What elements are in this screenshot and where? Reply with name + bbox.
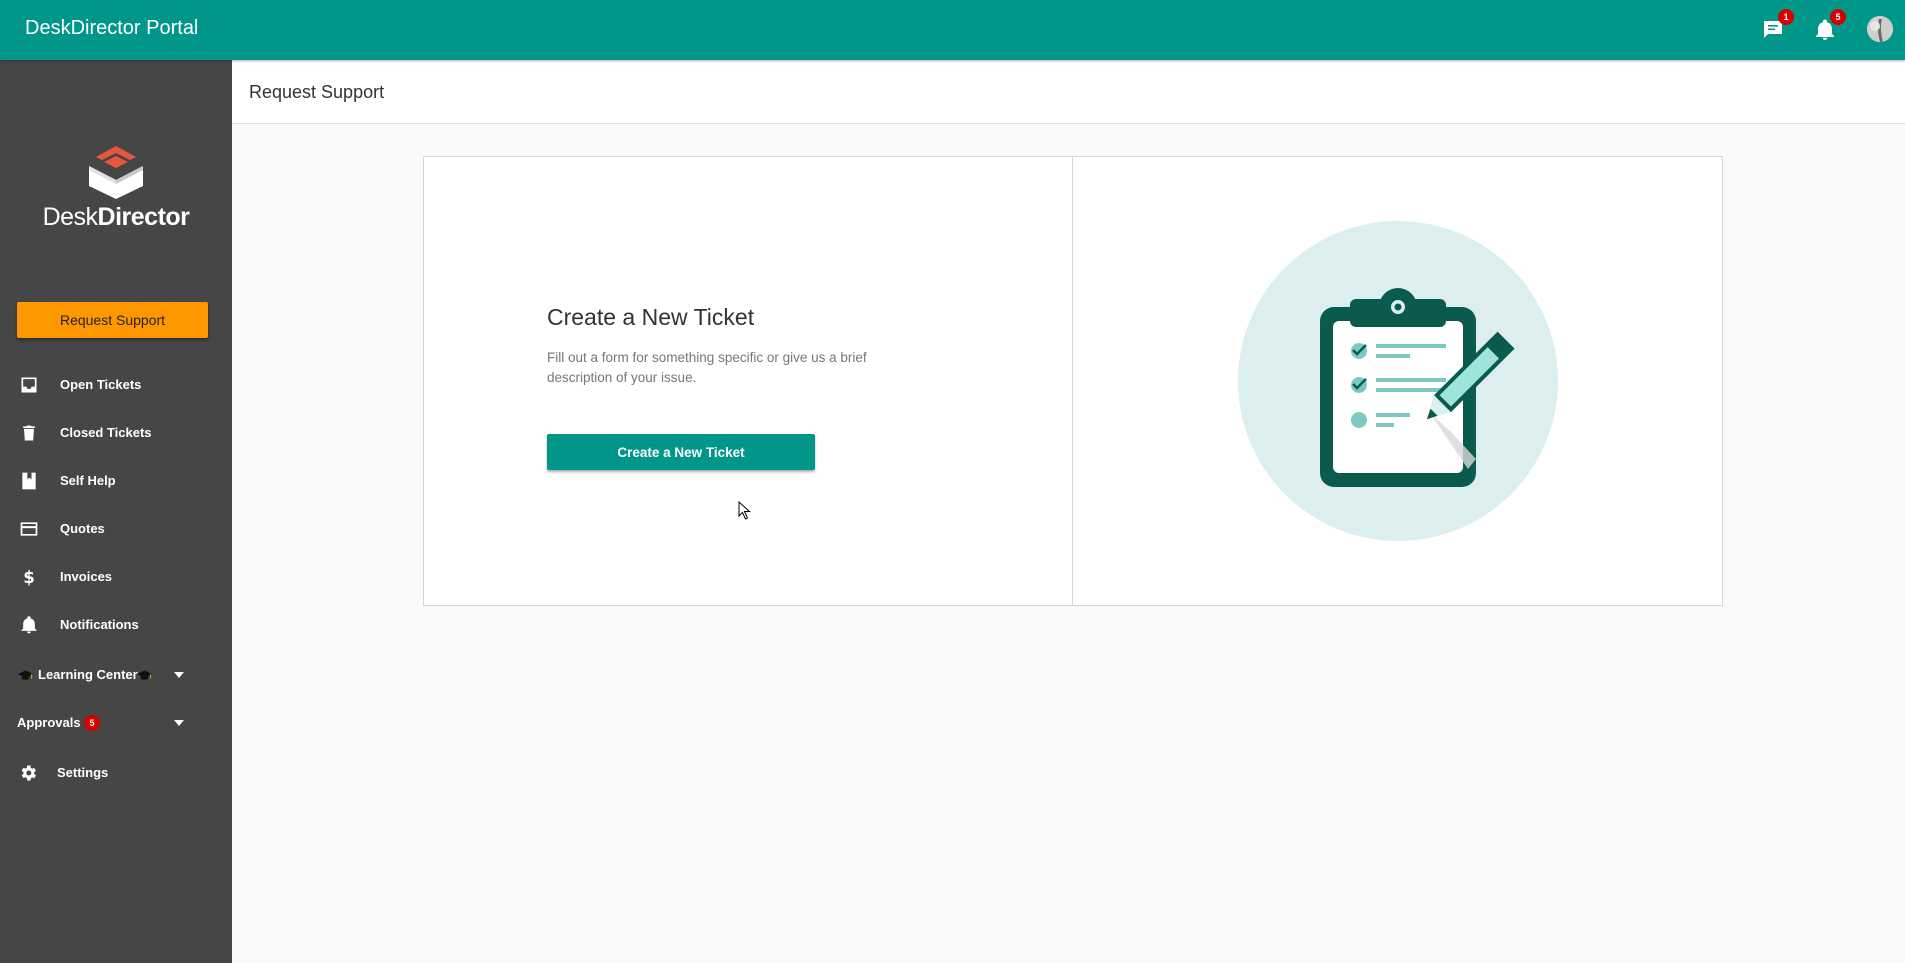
dollar-icon: $ [23,568,35,587]
sidebar-item-learning-center[interactable]: Learning Center [0,655,232,695]
create-ticket-button[interactable]: Create a New Ticket [547,434,815,470]
card-left-pane: Create a New Ticket Fill out a form for … [424,157,1073,605]
chevron-down-icon [174,720,184,726]
svg-text:$: $ [23,568,35,587]
avatar-image [1867,16,1893,42]
trash-icon [23,425,35,441]
book-icon [22,472,36,490]
sidebar-item-notifications[interactable]: Notifications [0,605,232,645]
logo-text: DeskDirector [42,203,190,231]
request-support-button[interactable]: Request Support [17,302,208,338]
sidebar: DeskDirector Request Support Open Ticket… [0,60,232,963]
new-ticket-card: Create a New Ticket Fill out a form for … [423,156,1723,606]
sidebar-item-approvals[interactable]: Approvals 5 [0,703,232,743]
chevron-down-icon [174,672,184,678]
approvals-badge: 5 [84,715,100,731]
clipboard-illustration-icon [1238,221,1558,541]
sidebar-item-quotes[interactable]: Quotes [0,509,232,549]
logo-icon [89,146,143,199]
top-app-bar: DeskDirector Portal 1 5 [0,0,1905,60]
sidebar-item-closed-tickets[interactable]: Closed Tickets [0,413,232,453]
sidebar-item-open-tickets[interactable]: Open Tickets [0,365,232,405]
credit-card-icon [20,522,38,536]
mouse-cursor-icon [738,501,751,520]
chat-button[interactable]: 1 [1760,9,1794,44]
sidebar-item-invoices[interactable]: $ Invoices [0,557,232,597]
sidebar-item-label: Notifications [60,617,139,632]
deskdirector-logo: DeskDirector [0,144,232,232]
card-right-pane [1073,157,1722,605]
card-heading: Create a New Ticket [547,304,755,330]
card-description: Fill out a form for something specific o… [547,350,867,385]
sidebar-item-label: Invoices [60,569,113,584]
sidebar-item-label: Quotes [60,521,105,536]
user-avatar[interactable] [1867,16,1893,42]
inbox-icon [21,377,37,393]
bell-icon [21,616,37,634]
sidebar-item-label: Open Tickets [60,377,142,392]
graduation-cap-icon [137,670,152,680]
sidebar-item-label: Settings [57,765,109,780]
sidebar-item-label: Closed Tickets [60,425,152,440]
sidebar-item-label: Approvals [17,715,81,730]
gear-icon [21,765,36,781]
notifications-button[interactable]: 5 [1812,9,1846,44]
app-title: DeskDirector Portal [25,17,199,39]
sidebar-item-label: Self Help [60,473,116,488]
page-header: Request Support [232,60,1905,124]
page-title: Request Support [249,82,385,102]
graduation-cap-icon [18,670,33,680]
sidebar-item-self-help[interactable]: Self Help [0,461,232,501]
notification-badge: 5 [1830,9,1846,25]
sidebar-item-label: Learning Center [38,667,138,682]
chat-badge: 1 [1778,9,1794,25]
sidebar-item-settings[interactable]: Settings [0,753,232,793]
